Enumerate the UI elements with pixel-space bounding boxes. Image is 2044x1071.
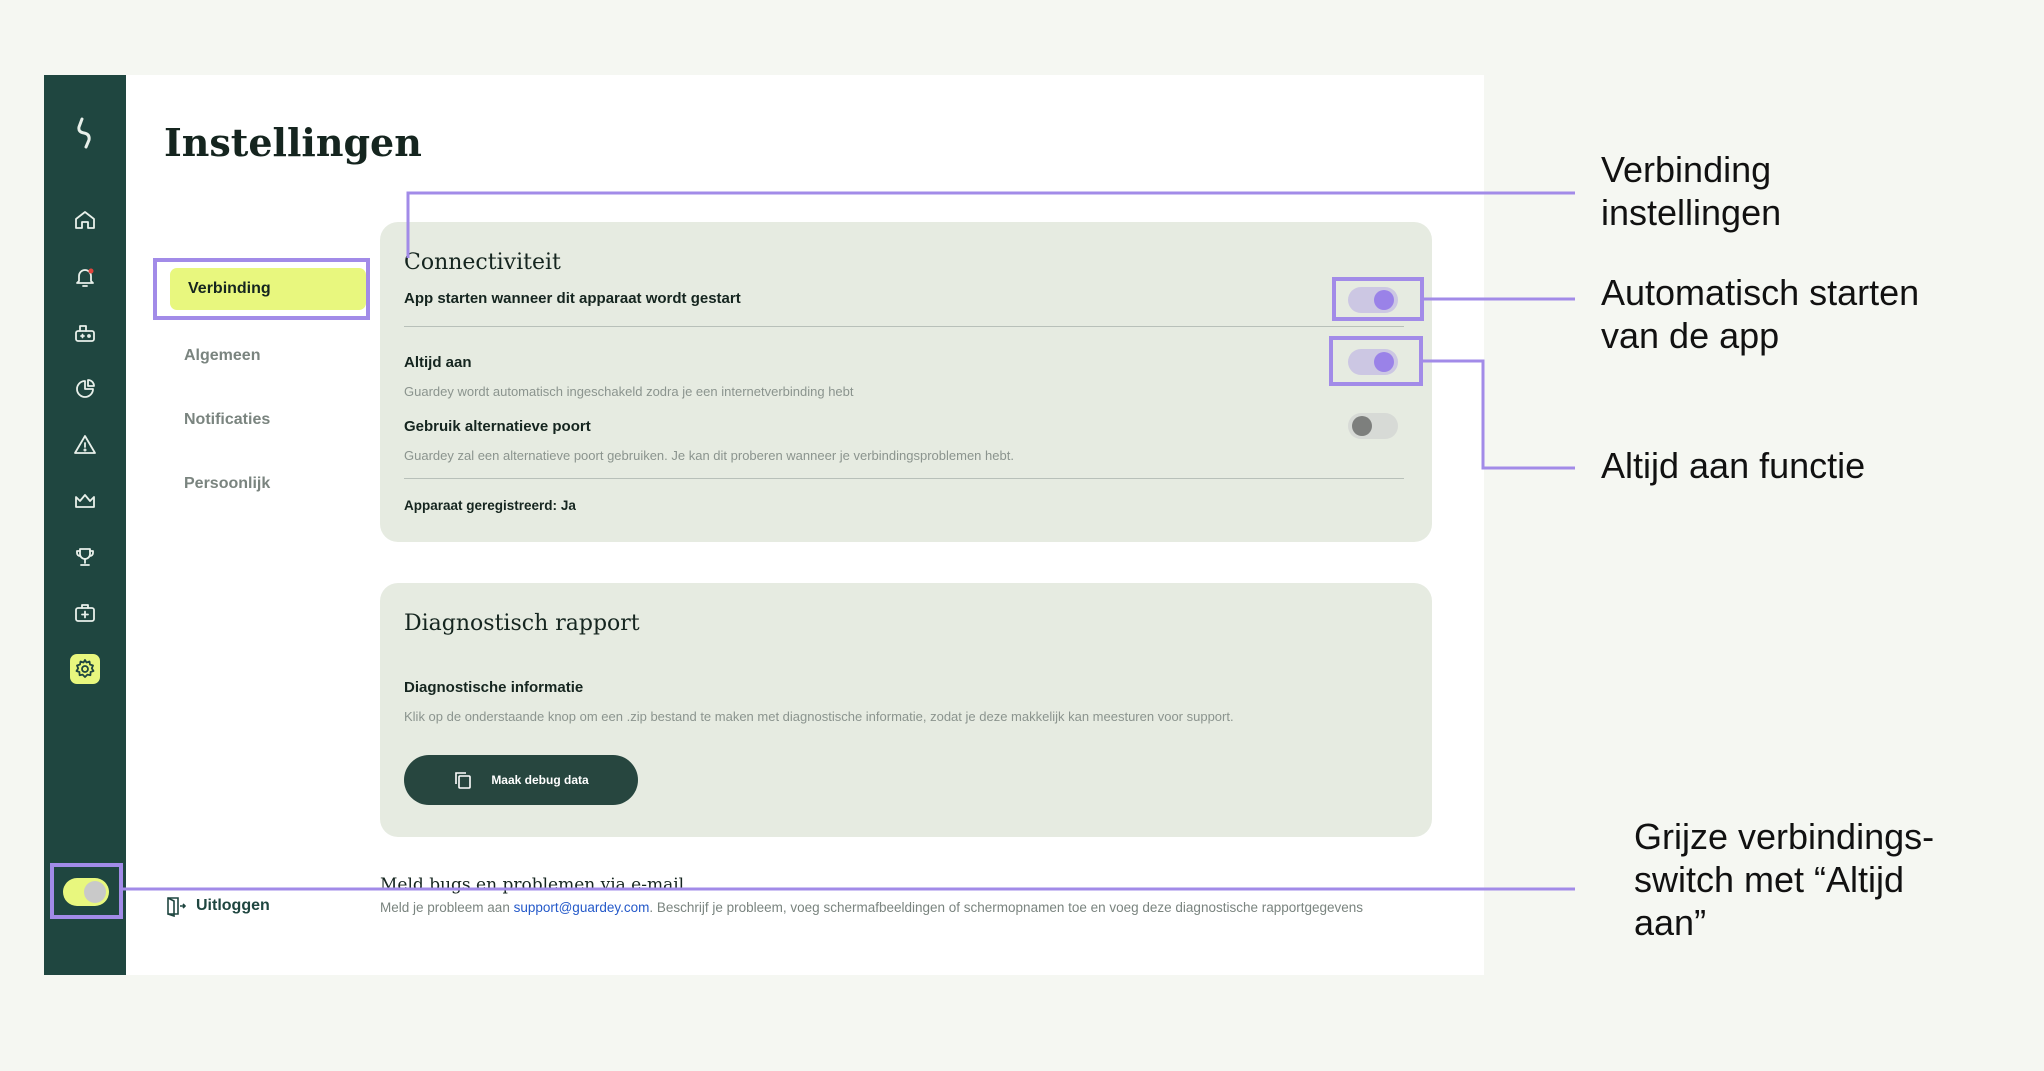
app-window: Instellingen Verbinding Algemeen Notific… (44, 75, 1484, 975)
callout-connection-settings-line1: Verbinding (1601, 149, 1772, 190)
divider (404, 326, 1404, 327)
subnav-item-notificaties[interactable]: Notificaties (164, 396, 404, 444)
support-email-link[interactable]: support@guardey.com (514, 900, 650, 915)
callout-connection-settings: Verbinding instellingen (1601, 148, 1781, 234)
pie-chart-icon[interactable] (70, 374, 100, 404)
logout-button[interactable]: Uitloggen (164, 895, 270, 917)
highlight-always-on (1329, 336, 1423, 386)
warning-icon[interactable] (70, 430, 100, 460)
highlight-verbinding (153, 258, 370, 320)
callout-grey-switch: Grijze verbindings- switch met “Altijd a… (1634, 815, 1934, 944)
devices-icon[interactable] (70, 318, 100, 348)
diagnostics-info-description: Klik op de onderstaande knop om een .zip… (404, 709, 1234, 724)
home-icon[interactable] (70, 205, 100, 235)
bugs-text-before: Meld je probleem aan (380, 900, 514, 915)
alt-port-toggle-knob (1352, 416, 1372, 436)
registered-value: Ja (560, 498, 576, 513)
alt-port-label: Gebruik alternatieve poort (404, 418, 591, 435)
always-on-description: Guardey wordt automatisch ingeschakeld z… (404, 384, 854, 399)
logout-label: Uitloggen (196, 897, 270, 914)
gear-icon[interactable] (70, 654, 100, 684)
trophy-icon[interactable] (70, 542, 100, 572)
first-aid-icon[interactable] (70, 598, 100, 628)
connectivity-card: Connectiviteit App starten wanneer dit a… (380, 222, 1432, 542)
crown-icon[interactable] (70, 486, 100, 516)
bugs-text: Meld je probleem aan support@guardey.com… (380, 899, 1380, 921)
logo-icon[interactable] (70, 115, 100, 151)
alt-port-description: Guardey zal een alternatieve poort gebru… (404, 448, 1014, 463)
sidebar-rail (44, 75, 126, 975)
registered-label: Apparaat geregistreerd: (404, 498, 558, 513)
autostart-label: App starten wanneer dit apparaat wordt g… (404, 290, 741, 307)
callout-always-on: Altijd aan functie (1601, 445, 1866, 486)
callout-autostart-line1: Automatisch starten (1601, 272, 1920, 313)
diagnostics-card: Diagnostisch rapport Diagnostische infor… (380, 583, 1432, 837)
callout-grey-switch-line2: switch met “Altijd (1634, 859, 1905, 900)
callout-connection-settings-line2: instellingen (1601, 192, 1782, 233)
callout-autostart: Automatisch starten van de app (1601, 271, 1919, 357)
make-debug-data-label: Maak debug data (491, 773, 589, 787)
alt-port-toggle[interactable] (1348, 413, 1398, 439)
highlight-autostart (1332, 277, 1424, 321)
always-on-label: Altijd aan (404, 354, 472, 371)
bugs-title: Meld bugs en problemen via e-mail (380, 875, 685, 895)
divider (404, 478, 1404, 479)
copy-icon (455, 772, 472, 789)
callout-grey-switch-line1: Grijze verbindings- (1634, 816, 1935, 857)
registered-status: Apparaat geregistreerd: Ja (404, 498, 576, 513)
diagnostics-title: Diagnostisch rapport (404, 611, 640, 636)
page-title: Instellingen (164, 120, 422, 165)
diagnostics-info-label: Diagnostische informatie (404, 679, 584, 696)
subnav-item-algemeen[interactable]: Algemeen (164, 332, 404, 380)
make-debug-data-button[interactable]: Maak debug data (404, 755, 638, 805)
connectivity-title: Connectiviteit (404, 250, 561, 275)
bell-icon[interactable] (70, 262, 100, 292)
callout-autostart-line2: van de app (1601, 315, 1780, 356)
subnav-item-persoonlijk[interactable]: Persoonlijk (164, 460, 404, 508)
logout-icon (167, 897, 186, 917)
highlight-grey-switch (50, 863, 123, 919)
callout-grey-switch-line3: aan” (1634, 902, 1707, 943)
